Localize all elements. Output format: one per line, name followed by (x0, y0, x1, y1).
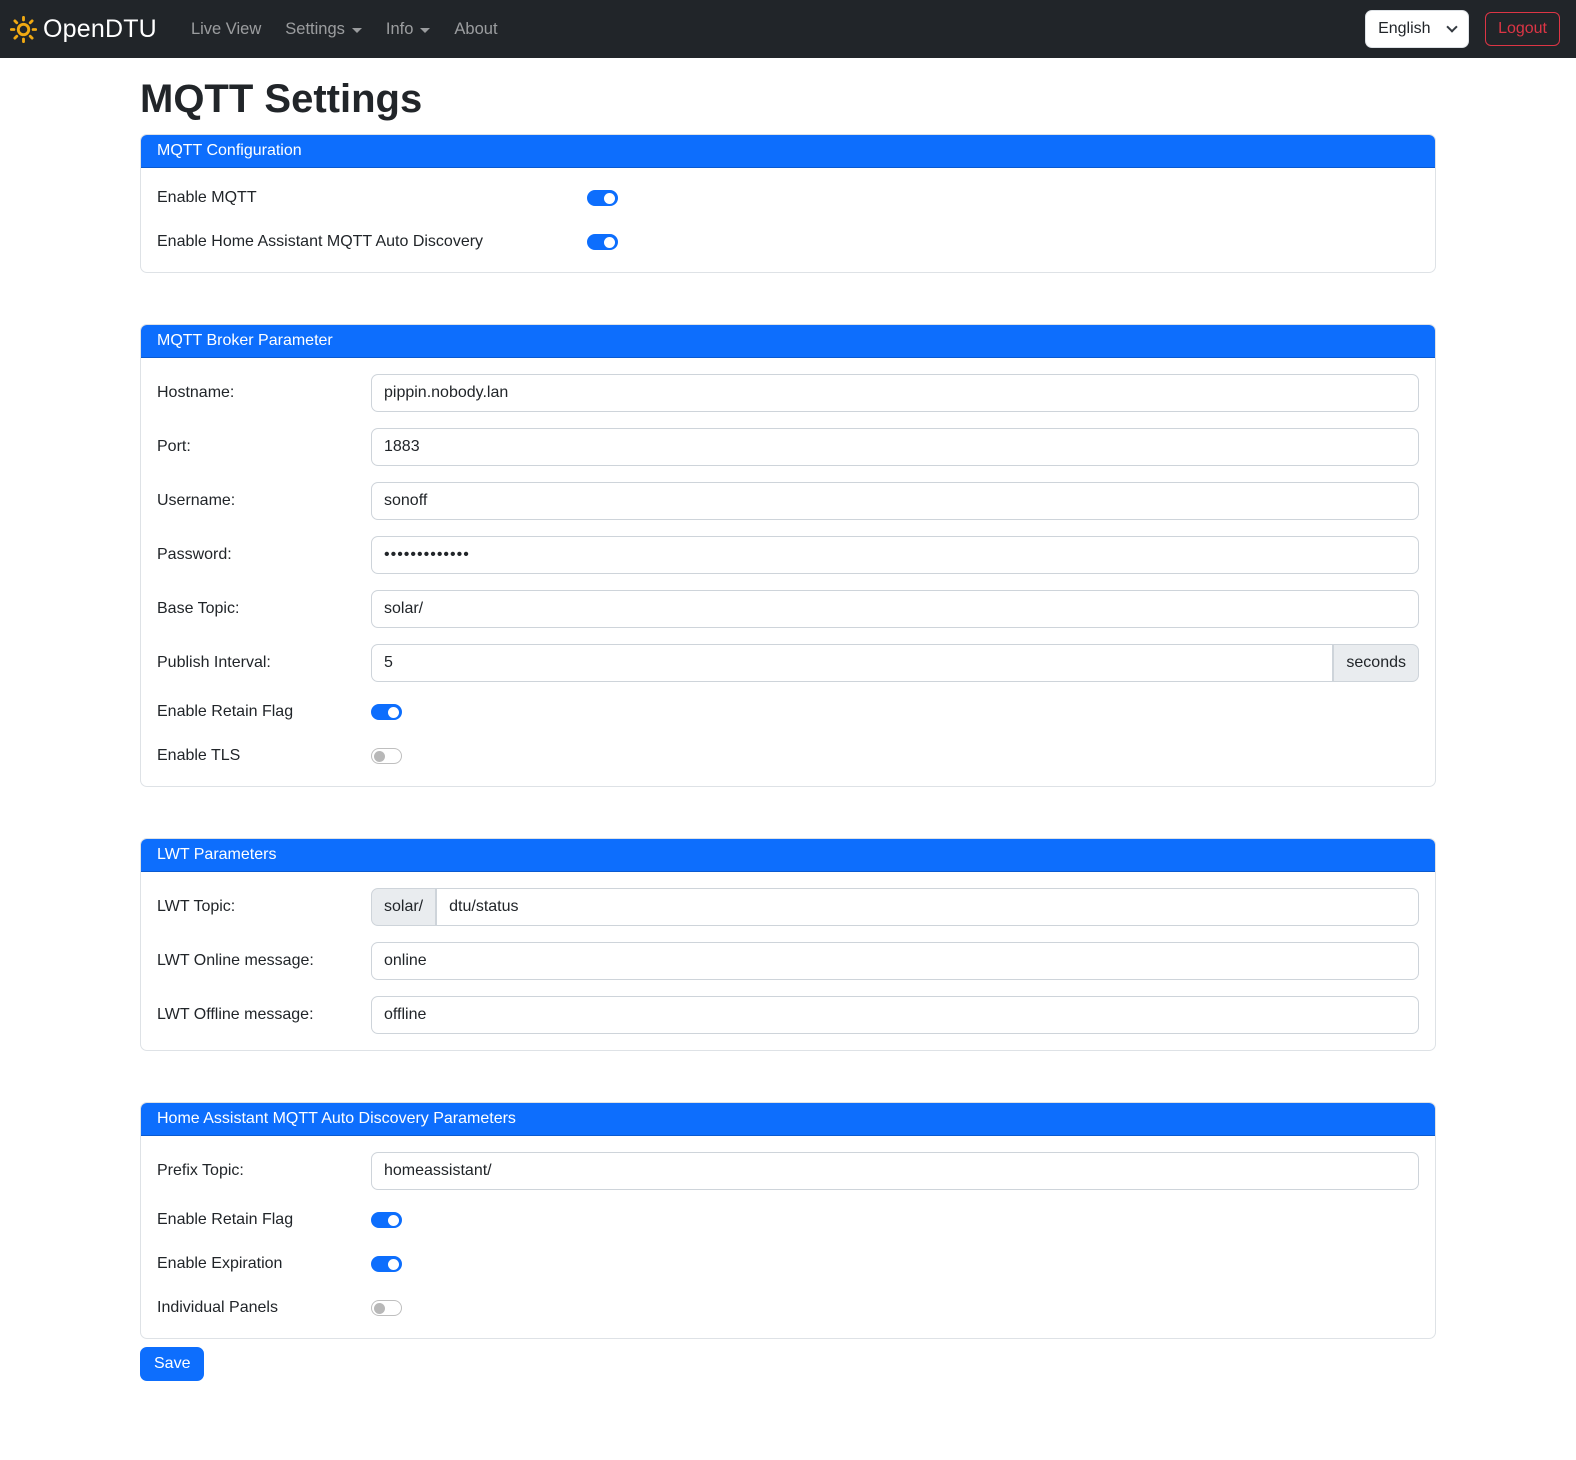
hass-discovery-header: Home Assistant MQTT Auto Discovery Param… (141, 1103, 1435, 1136)
hostname-row: Hostname: (157, 374, 1419, 412)
toggle-knob (388, 1259, 399, 1270)
caret-down-icon (352, 28, 362, 33)
nav-about-label: About (454, 20, 497, 39)
individual-panels-label: Individual Panels (157, 1299, 371, 1317)
enable-mqtt-toggle[interactable] (587, 190, 618, 206)
publish-interval-row: Publish Interval: seconds (157, 644, 1419, 682)
lwt-topic-label: LWT Topic: (157, 898, 371, 916)
broker-retain-toggle[interactable] (371, 704, 402, 720)
port-input[interactable] (371, 428, 1419, 466)
navbar: OpenDTU Live View Settings Info About En… (0, 0, 1576, 58)
publish-interval-label: Publish Interval: (157, 654, 371, 672)
hass-retain-toggle[interactable] (371, 1212, 402, 1228)
language-select[interactable]: English (1365, 10, 1469, 48)
password-label: Password: (157, 546, 371, 564)
password-row: Password: (157, 536, 1419, 574)
individual-panels-row: Individual Panels (157, 1294, 1419, 1322)
base-topic-input[interactable] (371, 590, 1419, 628)
mqtt-configuration-header: MQTT Configuration (141, 135, 1435, 168)
password-input[interactable] (371, 536, 1419, 574)
nav-live-view[interactable]: Live View (183, 12, 269, 47)
language-selected-value: English (1378, 20, 1430, 38)
save-button[interactable]: Save (140, 1347, 204, 1381)
port-row: Port: (157, 428, 1419, 466)
port-label: Port: (157, 438, 371, 456)
sun-icon (10, 16, 37, 43)
toggle-knob (388, 1215, 399, 1226)
lwt-parameters-header: LWT Parameters (141, 839, 1435, 872)
nav-info-label: Info (386, 20, 414, 39)
enable-tls-label: Enable TLS (157, 747, 371, 765)
lwt-online-input[interactable] (371, 942, 1419, 980)
lwt-offline-row: LWT Offline message: (157, 996, 1419, 1034)
mqtt-broker-header: MQTT Broker Parameter (141, 325, 1435, 358)
lwt-online-label: LWT Online message: (157, 952, 371, 970)
caret-down-icon (420, 28, 430, 33)
mqtt-broker-card: MQTT Broker Parameter Hostname: Port: Us… (140, 324, 1436, 787)
enable-hass-discovery-row: Enable Home Assistant MQTT Auto Discover… (157, 228, 1419, 256)
prefix-topic-input[interactable] (371, 1152, 1419, 1190)
lwt-offline-label: LWT Offline message: (157, 1006, 371, 1024)
prefix-topic-row: Prefix Topic: (157, 1152, 1419, 1190)
toggle-knob (374, 751, 385, 762)
prefix-topic-label: Prefix Topic: (157, 1162, 371, 1180)
enable-hass-discovery-label: Enable Home Assistant MQTT Auto Discover… (157, 233, 587, 251)
username-input[interactable] (371, 482, 1419, 520)
base-topic-row: Base Topic: (157, 590, 1419, 628)
lwt-topic-row: LWT Topic: solar/ (157, 888, 1419, 926)
lwt-offline-input[interactable] (371, 996, 1419, 1034)
nav-info[interactable]: Info (378, 12, 439, 47)
publish-interval-unit: seconds (1333, 644, 1419, 682)
nav-settings-label: Settings (285, 20, 345, 39)
toggle-knob (604, 237, 615, 248)
toggle-knob (388, 707, 399, 718)
hass-retain-label: Enable Retain Flag (157, 1211, 371, 1229)
brand[interactable]: OpenDTU (10, 15, 157, 44)
lwt-online-row: LWT Online message: (157, 942, 1419, 980)
hostname-label: Hostname: (157, 384, 371, 402)
enable-expiration-toggle[interactable] (371, 1256, 402, 1272)
enable-mqtt-row: Enable MQTT (157, 184, 1419, 212)
hass-discovery-card: Home Assistant MQTT Auto Discovery Param… (140, 1102, 1436, 1339)
page-title: MQTT Settings (140, 76, 1436, 122)
main-content: MQTT Settings MQTT Configuration Enable … (128, 58, 1448, 1381)
chevron-down-icon (1446, 21, 1457, 32)
nav-live-view-label: Live View (191, 20, 261, 39)
enable-mqtt-label: Enable MQTT (157, 189, 587, 207)
hass-retain-row: Enable Retain Flag (157, 1206, 1419, 1234)
enable-tls-toggle[interactable] (371, 748, 402, 764)
broker-retain-row: Enable Retain Flag (157, 698, 1419, 726)
username-label: Username: (157, 492, 371, 510)
enable-expiration-label: Enable Expiration (157, 1255, 371, 1273)
enable-tls-row: Enable TLS (157, 742, 1419, 770)
logout-button[interactable]: Logout (1485, 12, 1560, 46)
enable-hass-discovery-toggle[interactable] (587, 234, 618, 250)
toggle-knob (374, 1303, 385, 1314)
mqtt-configuration-card: MQTT Configuration Enable MQTT Enable Ho… (140, 134, 1436, 273)
base-topic-label: Base Topic: (157, 600, 371, 618)
lwt-topic-prefix: solar/ (371, 888, 436, 926)
broker-retain-label: Enable Retain Flag (157, 703, 371, 721)
hostname-input[interactable] (371, 374, 1419, 412)
lwt-parameters-card: LWT Parameters LWT Topic: solar/ LWT Onl… (140, 838, 1436, 1051)
individual-panels-toggle[interactable] (371, 1300, 402, 1316)
enable-expiration-row: Enable Expiration (157, 1250, 1419, 1278)
brand-label: OpenDTU (43, 15, 157, 44)
nav-about[interactable]: About (446, 12, 505, 47)
toggle-knob (604, 193, 615, 204)
lwt-topic-input[interactable] (436, 888, 1419, 926)
nav-settings[interactable]: Settings (277, 12, 370, 47)
publish-interval-input[interactable] (371, 644, 1333, 682)
username-row: Username: (157, 482, 1419, 520)
